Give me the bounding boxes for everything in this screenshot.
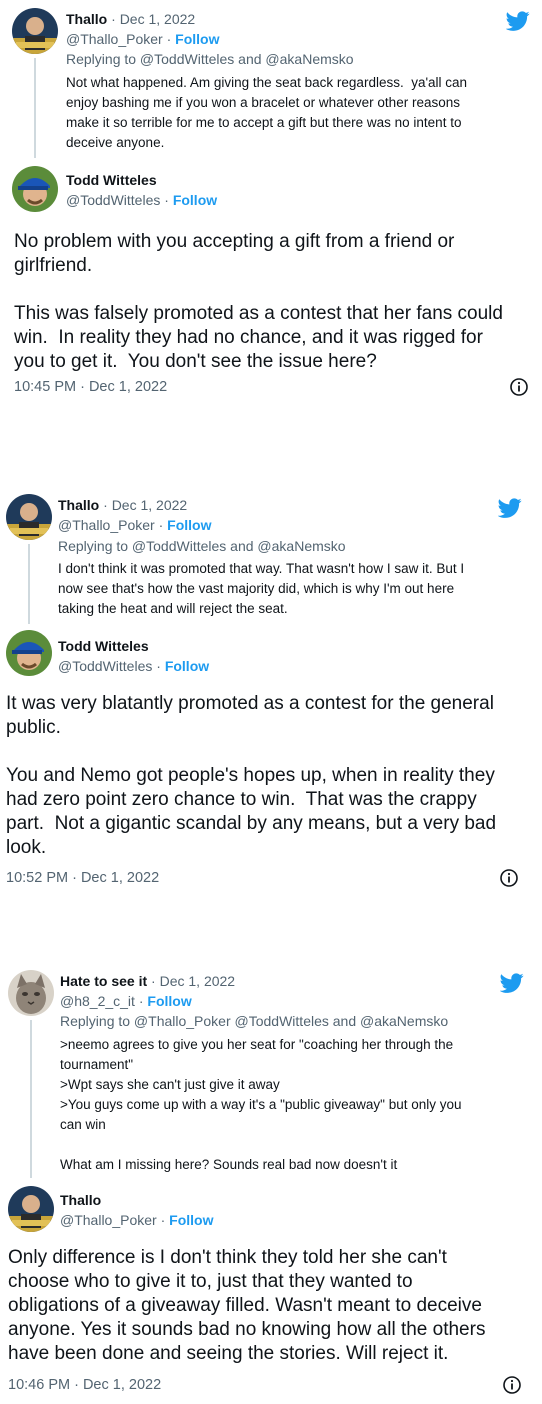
tweet-card: Thallo · Dec 1, 2022 @Thallo_Poker · Fol… [0,0,542,420]
author-handle-row: @h8_2_c_it · Follow [60,993,192,1009]
tweet-header: Hate to see it · Dec 1, 2022 [60,971,235,991]
twitter-bird-icon[interactable] [498,496,522,520]
follow-button[interactable]: Follow [173,192,217,208]
info-icon[interactable] [502,1375,522,1395]
tweet-date[interactable]: Dec 1, 2022 [112,497,188,513]
tweet-header: Thallo · Dec 1, 2022 [66,9,195,29]
tweet-card: Hate to see it · Dec 1, 2022 @h8_2_c_it … [0,962,542,1404]
author-handle-row: @ToddWitteles · Follow [58,658,210,674]
author-handle-row: @Thallo_Poker · Follow [66,31,220,47]
thread-line [34,58,36,158]
avatar[interactable] [12,8,58,54]
author-name[interactable]: Todd Witteles [66,172,157,188]
author-name[interactable]: Thallo [60,1192,101,1208]
follow-button[interactable]: Follow [147,993,191,1009]
follow-button[interactable]: Follow [165,658,209,674]
tweet-timestamp[interactable]: 10:46 PM · Dec 1, 2022 [8,1375,161,1395]
thread-line [28,544,30,624]
tweet-text: It was very blatantly promoted as a cont… [6,693,497,858]
avatar[interactable] [12,166,58,212]
avatar[interactable] [6,494,52,540]
avatar[interactable] [6,630,52,676]
author-handle[interactable]: @Thallo_Poker [66,31,163,47]
follow-button[interactable]: Follow [175,31,219,47]
follow-button[interactable]: Follow [167,517,211,533]
author-handle[interactable]: @h8_2_c_it [60,993,135,1009]
replying-to[interactable]: Replying to @ToddWitteles and @akaNemsko [58,536,346,556]
avatar[interactable] [8,970,54,1016]
replying-to[interactable]: Replying to @Thallo_Poker @ToddWitteles … [60,1011,448,1031]
twitter-bird-icon[interactable] [500,971,524,995]
separator: · [103,497,108,513]
author-handle-row: @ToddWitteles · Follow [66,192,218,208]
tweet-date[interactable]: Dec 1, 2022 [120,11,196,27]
author-name[interactable]: Thallo [66,11,107,27]
parent-tweet-text: >neemo agrees to give you her seat for "… [60,1037,462,1172]
info-icon[interactable] [509,377,529,397]
replying-to[interactable]: Replying to @ToddWitteles and @akaNemsko [66,49,354,69]
tweet-date[interactable]: Dec 1, 2022 [160,973,236,989]
author-handle[interactable]: @ToddWitteles [66,192,160,208]
follow-button[interactable]: Follow [169,1212,213,1228]
info-icon[interactable] [499,868,519,888]
author-handle-row: @Thallo_Poker · Follow [58,517,212,533]
tweet-text: No problem with you accepting a gift fro… [14,231,503,372]
twitter-bird-icon[interactable] [506,9,530,33]
author-name[interactable]: Todd Witteles [58,638,149,654]
author-name[interactable]: Hate to see it [60,973,147,989]
tweet-text: Only difference is I don't think they to… [8,1247,486,1364]
parent-tweet-text: Not what happened. Am giving the seat ba… [66,75,468,150]
separator: · [111,11,116,27]
tweet-header: Thallo [60,1190,101,1210]
avatar[interactable] [8,1186,54,1232]
parent-tweet-text: I don't think it was promoted that way. … [58,561,465,616]
author-handle[interactable]: @Thallo_Poker [60,1212,157,1228]
author-handle[interactable]: @ToddWitteles [58,658,152,674]
tweet-header: Thallo · Dec 1, 2022 [58,495,187,515]
tweet-card: Thallo · Dec 1, 2022 @Thallo_Poker · Fol… [0,486,542,906]
tweet-header: Todd Witteles [66,170,157,190]
separator: · [151,973,156,989]
thread-line [30,1020,32,1178]
tweet-timestamp[interactable]: 10:45 PM · Dec 1, 2022 [14,377,167,397]
author-handle[interactable]: @Thallo_Poker [58,517,155,533]
author-handle-row: @Thallo_Poker · Follow [60,1212,214,1228]
author-name[interactable]: Thallo [58,497,99,513]
tweet-timestamp[interactable]: 10:52 PM · Dec 1, 2022 [6,868,159,888]
tweet-header: Todd Witteles [58,636,149,656]
